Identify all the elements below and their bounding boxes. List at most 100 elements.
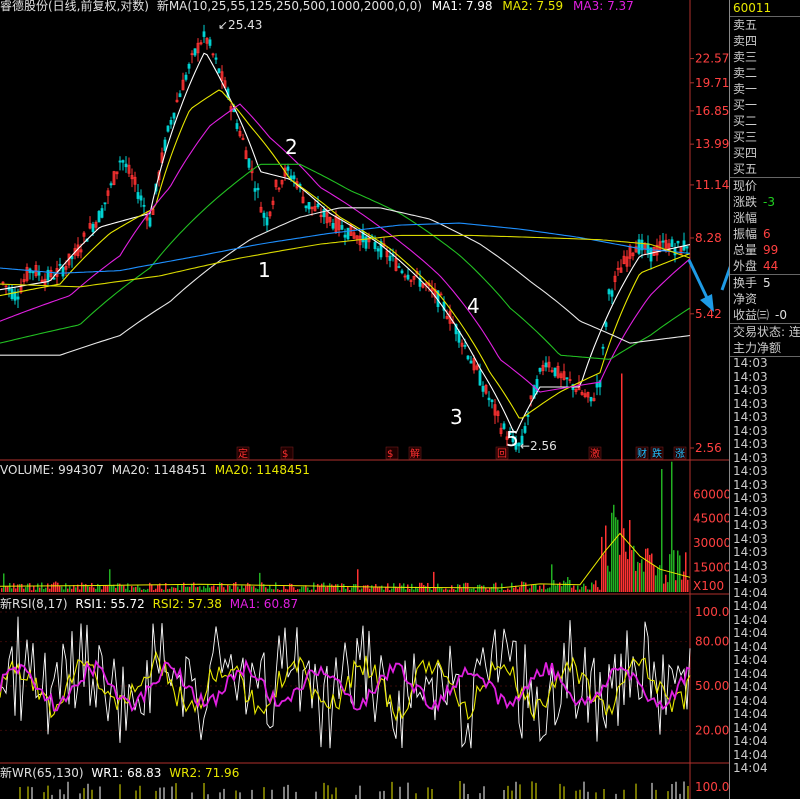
volume-bar [495,582,497,592]
volume-bar [683,571,685,592]
volume-bar [237,586,239,592]
order-book-level-7-label: 买三 [733,130,758,144]
volume-bar [285,588,287,592]
candle-body [304,205,308,209]
tick-time: 14:03 [733,504,768,519]
price-tick-label: 16.85 [695,104,729,118]
volume-bar [185,586,187,592]
candle-body [646,243,650,254]
volume-bar [449,589,451,592]
volume-bar [447,589,449,592]
volume-bar [325,586,327,592]
quote-list: 现价 涨跌 -3 涨幅 振幅 6 总量 99 外盘 44 [730,178,800,274]
price-tick-label: 19.71 [695,76,729,90]
volume-bar [497,588,499,592]
ma2-value: MA2: 7.59 [502,0,564,13]
rsi-ma1-value: MA1: 60.87 [229,597,299,611]
volume-bar [215,589,217,592]
volume-bar [323,582,325,592]
main-flow[interactable]: 主力净额 [730,340,800,356]
chart-canvas: 22.57 19.71 16.85 13.99 11.14 8.28 5.42 2.56 ↙25… [0,0,729,799]
volume-bar [105,585,107,592]
high-price-label: ↙25.43 [218,18,262,32]
volume-bar [279,590,281,592]
stock-title: 睿德股份(日线,前复权,对数) [0,0,149,13]
trade-status[interactable]: 交易状态: 连 [730,324,800,340]
volume-bar [539,585,541,592]
candle-body [523,426,527,433]
tick-time: 14:03 [733,477,768,492]
volume-bar [255,588,257,592]
volume-bar [331,584,333,592]
volume-bar [181,585,183,592]
quote-item-3-label: 振幅 [733,227,758,241]
volume-bar [353,584,355,592]
tick-time: 14:04 [733,599,768,613]
candle-body [178,93,182,98]
tick-time: 14:04 [733,626,768,640]
price-tick-label: 22.57 [695,52,729,66]
volume-bar [619,554,621,592]
volume-bar [19,584,21,592]
candle-body [256,187,260,191]
volume-bar [239,589,241,592]
volume-bar [53,582,55,592]
volume-bar [667,582,669,592]
candle-body [139,195,143,201]
wr1-value: WR1: 68.83 [91,766,162,780]
volume-bar [611,512,613,592]
order-book-level-1: 卖四 [730,33,800,49]
volume-bar [359,589,361,592]
volume-bar [649,554,651,592]
volume-bar [627,559,629,592]
rsi-name[interactable]: 新RSI(8,17) [0,597,68,611]
tick-time: 14:04 [733,666,768,681]
volume-bar [313,582,315,592]
volume-bar [461,588,463,592]
volume-header: VOLUME: 994307 MA20: 1148451 MA20: 11484… [0,462,310,478]
volume-bar [687,579,689,592]
candle-body [340,225,344,230]
candle-body [595,382,599,388]
volume-bar [439,587,441,592]
volume-bar [341,583,343,592]
volume-bar [593,584,595,592]
event-marker: 涨 [675,448,685,460]
volume-value[interactable]: VOLUME: 994307 [0,463,104,477]
volume-bar [669,554,671,592]
volume-bar [601,536,603,592]
candle-body [118,160,122,163]
volume-bar [229,585,231,592]
candle-body [397,266,401,268]
volume-bar [617,519,619,592]
volume-bar [417,588,419,592]
volume-bar [315,589,317,592]
volume-bar [123,585,125,592]
volume-bar [187,586,189,592]
wr-name[interactable]: 新WR(65,130) [0,766,84,780]
candle-body [601,346,605,349]
volume-bar [129,590,131,592]
volume-bar [43,589,45,592]
tick-time: 14:04 [733,612,768,627]
volume-bar [283,585,285,592]
volume-bar [337,584,339,592]
volume-tick-label: 30000 [693,536,729,550]
price-tick-label: 13.99 [695,137,729,151]
volume-bar [389,590,391,592]
volume-bar [301,586,303,592]
candle-body [526,414,530,417]
ma-indicator-name[interactable]: 新MA(10,25,55,125,250,500,1000,2000,0,0) [157,0,422,13]
tick-time: 14:03 [733,464,768,478]
candle-body [607,289,611,295]
tick-time: 14:04 [733,707,768,721]
volume-bar [661,469,663,592]
rsi1-value: RSI1: 55.72 [75,597,145,611]
volume-bar [257,589,259,592]
wr-header: 新WR(65,130) WR1: 68.83 WR2: 71.96 [0,765,239,781]
tick-time: 14:03 [733,558,768,573]
volume-bar [223,587,225,592]
order-book-level-0: 卖五 [730,17,800,33]
rsi-tick-label: 80.00 [695,635,729,649]
volume-bar [531,584,533,592]
